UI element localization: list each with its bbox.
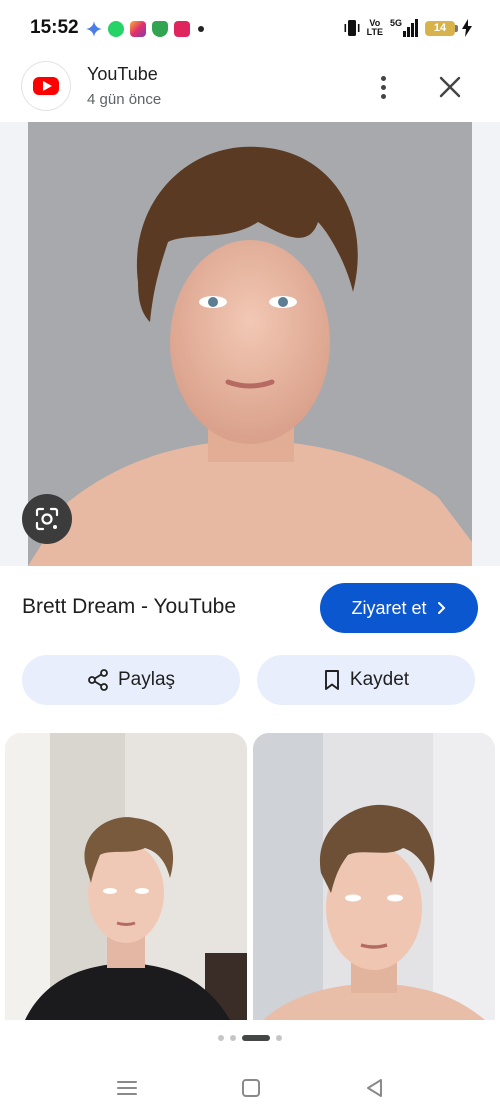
volte-bottom: LTE [366,27,383,37]
instagram-icon [130,21,146,37]
chevron-right-icon [437,602,445,614]
status-bar: 15:52 Vo LTE 5G 14 [0,0,500,58]
pager-dot[interactable] [230,1035,236,1041]
share-button[interactable]: Paylaş [22,655,240,705]
notification-icons [86,18,204,40]
image-pager[interactable] [0,1032,500,1044]
close-icon[interactable] [432,69,468,105]
vpn-shield-icon [152,21,168,37]
pager-dot[interactable] [276,1035,282,1041]
share-icon [88,669,108,691]
status-time: 15:52 [30,17,79,38]
vibrate-icon [344,20,360,36]
pager-dot-active[interactable] [242,1035,270,1041]
system-icons: Vo LTE 5G 14 [344,15,472,41]
more-notifications-dot [198,26,204,32]
visit-label: Ziyaret et [351,597,427,618]
volte-indicator: Vo LTE [367,19,383,37]
app-icon [174,21,190,37]
save-label: Kaydet [349,669,410,690]
more-vert-icon[interactable] [366,70,400,104]
recents-icon[interactable] [113,1074,141,1102]
visit-button[interactable]: Ziyaret et [320,583,478,633]
gemini-icon [86,21,102,37]
share-label: Paylaş [117,669,176,690]
bookmark-icon [324,670,339,690]
related-image[interactable] [253,733,495,1020]
whatsapp-icon [108,21,124,37]
charging-icon [462,19,472,37]
system-nav-bar [0,1060,500,1117]
google-lens-icon[interactable] [22,494,72,544]
main-photo[interactable] [28,122,472,566]
youtube-logo [22,62,70,110]
result-title[interactable]: Brett Dream - YouTube [22,595,236,619]
back-icon[interactable] [361,1074,389,1102]
image-viewer[interactable] [0,122,500,566]
save-button[interactable]: Kaydet [257,655,475,705]
battery-level: 14 [433,21,447,34]
related-image[interactable] [5,733,247,1020]
signal-icon: 5G [390,19,418,37]
pager-dot[interactable] [218,1035,224,1041]
home-icon[interactable] [237,1074,265,1102]
result-header: YouTube 4 gün önce [0,58,500,120]
battery-icon: 14 [425,20,458,36]
posted-age: 4 gün önce [87,91,162,108]
source-name: YouTube [87,64,158,84]
network-type: 5G [389,18,402,28]
